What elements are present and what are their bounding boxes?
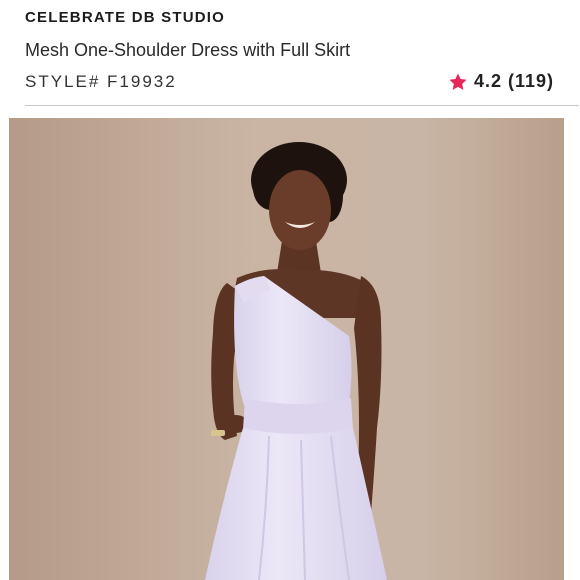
star-icon	[449, 73, 467, 90]
header-divider	[25, 105, 579, 106]
style-number: STYLE# F19932	[25, 72, 177, 92]
style-label: STYLE#	[25, 72, 101, 91]
product-title: Mesh One-Shoulder Dress with Full Skirt	[25, 40, 351, 60]
rating-value: 4.2	[473, 71, 502, 91]
review-count[interactable]: (119)	[508, 71, 554, 92]
product-image[interactable]	[9, 118, 564, 580]
rating-summary[interactable]: 4.2 (119)	[448, 71, 554, 92]
style-value: F19932	[107, 72, 177, 91]
product-header: CELEBRATE DB STUDIO Mesh One-Shoulder Dr…	[0, 0, 580, 108]
model-photo-illustration	[9, 118, 564, 580]
brand-name[interactable]: CELEBRATE DB STUDIO	[25, 9, 225, 26]
